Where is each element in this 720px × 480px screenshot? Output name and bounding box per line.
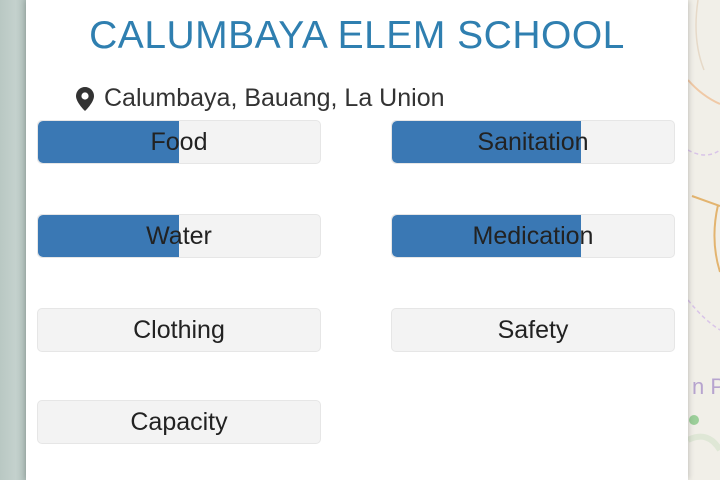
need-safety-label: Safety (497, 315, 569, 344)
map-background[interactable]: n Pr (688, 0, 720, 480)
school-name-title: CALUMBAYA ELEM SCHOOL (89, 14, 625, 57)
need-safety-bar[interactable]: Safety (391, 308, 675, 352)
map-marker-icon (76, 86, 94, 111)
need-clothing-bar[interactable]: Clothing (37, 308, 321, 352)
need-medication-label: Medication (472, 221, 594, 250)
school-location: Calumbaya, Bauang, La Union (76, 84, 445, 113)
background-strip (0, 0, 26, 480)
need-medication-bar[interactable]: Medication (391, 214, 675, 258)
need-water-label: Water (146, 221, 212, 250)
need-sanitation-bar[interactable]: Sanitation (391, 120, 675, 164)
location-text: Calumbaya, Bauang, La Union (104, 84, 445, 112)
map-place-label: n Pr (692, 374, 720, 399)
need-capacity-bar[interactable]: Capacity (37, 400, 321, 444)
need-water-bar[interactable]: Water (37, 214, 321, 258)
need-food-label: Food (150, 127, 208, 156)
school-info-card: CALUMBAYA ELEM SCHOOL Calumbaya, Bauang,… (26, 0, 688, 480)
map-roads (688, 0, 720, 452)
need-capacity-label: Capacity (130, 407, 228, 436)
need-clothing-label: Clothing (133, 315, 225, 344)
need-sanitation-label: Sanitation (477, 127, 589, 156)
need-food-bar[interactable]: Food (37, 120, 321, 164)
